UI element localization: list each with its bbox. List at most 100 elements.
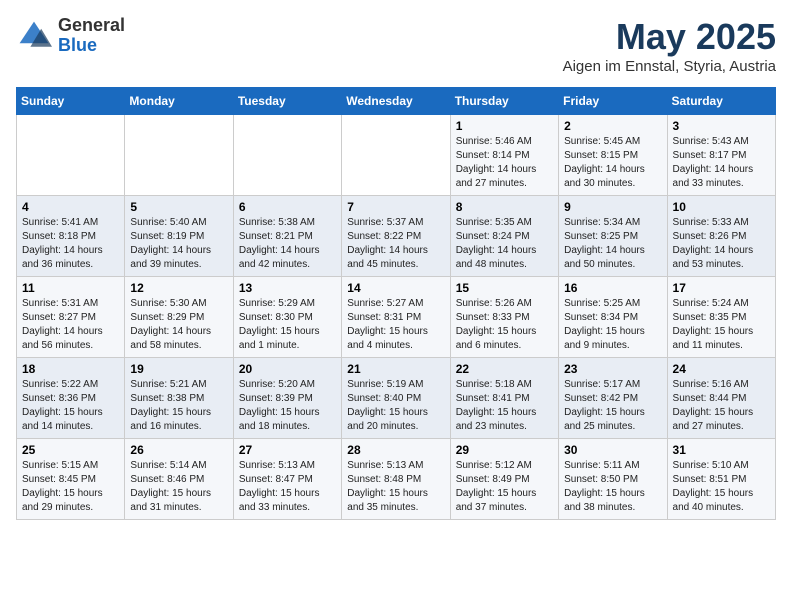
day-content: Sunrise: 5:17 AM Sunset: 8:42 PM Dayligh… (564, 378, 661, 434)
day-number: 12 (130, 281, 227, 295)
day-content: Sunrise: 5:45 AM Sunset: 8:15 PM Dayligh… (564, 135, 661, 191)
day-content: Sunrise: 5:38 AM Sunset: 8:21 PM Dayligh… (239, 216, 336, 272)
day-number: 5 (130, 200, 227, 214)
day-content: Sunrise: 5:46 AM Sunset: 8:14 PM Dayligh… (456, 135, 553, 191)
day-content: Sunrise: 5:31 AM Sunset: 8:27 PM Dayligh… (22, 297, 119, 353)
day-content: Sunrise: 5:13 AM Sunset: 8:48 PM Dayligh… (347, 459, 444, 515)
calendar-cell: 6 Sunrise: 5:38 AM Sunset: 8:21 PM Daylig… (233, 196, 341, 277)
day-content: Sunrise: 5:19 AM Sunset: 8:40 PM Dayligh… (347, 378, 444, 434)
calendar-cell: 1Sunrise: 5:46 AM Sunset: 8:14 PM Daylig… (450, 115, 558, 196)
day-number: 9 (564, 200, 661, 214)
calendar-week-row: 18 Sunrise: 5:22 AM Sunset: 8:36 PM Dayli… (17, 358, 776, 439)
calendar-cell (342, 115, 450, 196)
day-content: Sunrise: 5:41 AM Sunset: 8:18 PM Dayligh… (22, 216, 119, 272)
day-number: 19 (130, 362, 227, 376)
day-content: Sunrise: 5:35 AM Sunset: 8:24 PM Dayligh… (456, 216, 553, 272)
day-content: Sunrise: 5:25 AM Sunset: 8:34 PM Dayligh… (564, 297, 661, 353)
calendar-cell: 23Sunrise: 5:17 AM Sunset: 8:42 PM Dayli… (559, 358, 667, 439)
day-number: 16 (564, 281, 661, 295)
day-number: 2 (564, 119, 661, 133)
calendar-week-row: 4 Sunrise: 5:41 AM Sunset: 8:18 PM Daylig… (17, 196, 776, 277)
calendar-cell: 13Sunrise: 5:29 AM Sunset: 8:30 PM Dayli… (233, 277, 341, 358)
calendar-table: SundayMondayTuesdayWednesdayThursdayFrid… (16, 87, 776, 520)
calendar-week-row: 25Sunrise: 5:15 AM Sunset: 8:45 PM Dayli… (17, 439, 776, 520)
calendar-week-row: 11 Sunrise: 5:31 AM Sunset: 8:27 PM Dayli… (17, 277, 776, 358)
day-content: Sunrise: 5:29 AM Sunset: 8:30 PM Dayligh… (239, 297, 336, 353)
calendar-cell: 28 Sunrise: 5:13 AM Sunset: 8:48 PM Dayli… (342, 439, 450, 520)
day-number: 6 (239, 200, 336, 214)
day-content: Sunrise: 5:13 AM Sunset: 8:47 PM Dayligh… (239, 459, 336, 515)
calendar-cell: 8 Sunrise: 5:35 AM Sunset: 8:24 PM Daylig… (450, 196, 558, 277)
day-content: Sunrise: 5:27 AM Sunset: 8:31 PM Dayligh… (347, 297, 444, 353)
day-content: Sunrise: 5:22 AM Sunset: 8:36 PM Dayligh… (22, 378, 119, 434)
calendar-day-header: Thursday (450, 88, 558, 115)
day-content: Sunrise: 5:33 AM Sunset: 8:26 PM Dayligh… (673, 216, 770, 272)
calendar-cell: 4 Sunrise: 5:41 AM Sunset: 8:18 PM Daylig… (17, 196, 125, 277)
day-content: Sunrise: 5:30 AM Sunset: 8:29 PM Dayligh… (130, 297, 227, 353)
calendar-cell: 9Sunrise: 5:34 AM Sunset: 8:25 PM Daylig… (559, 196, 667, 277)
title-section: May 2025 Aigen im Ennstal, Styria, Austr… (563, 16, 776, 75)
calendar-cell: 19 Sunrise: 5:21 AM Sunset: 8:38 PM Dayli… (125, 358, 233, 439)
day-number: 26 (130, 443, 227, 457)
calendar-cell: 10 Sunrise: 5:33 AM Sunset: 8:26 PM Dayli… (667, 196, 775, 277)
day-content: Sunrise: 5:43 AM Sunset: 8:17 PM Dayligh… (673, 135, 770, 191)
day-number: 3 (673, 119, 770, 133)
calendar-cell: 24Sunrise: 5:16 AM Sunset: 8:44 PM Dayli… (667, 358, 775, 439)
calendar-week-row: 1Sunrise: 5:46 AM Sunset: 8:14 PM Daylig… (17, 115, 776, 196)
calendar-cell: 15Sunrise: 5:26 AM Sunset: 8:33 PM Dayli… (450, 277, 558, 358)
day-number: 4 (22, 200, 119, 214)
calendar-cell: 25Sunrise: 5:15 AM Sunset: 8:45 PM Dayli… (17, 439, 125, 520)
day-content: Sunrise: 5:10 AM Sunset: 8:51 PM Dayligh… (673, 459, 770, 515)
day-content: Sunrise: 5:21 AM Sunset: 8:38 PM Dayligh… (130, 378, 227, 434)
logo-icon (16, 18, 52, 54)
calendar-cell: 17 Sunrise: 5:24 AM Sunset: 8:35 PM Dayli… (667, 277, 775, 358)
day-content: Sunrise: 5:11 AM Sunset: 8:50 PM Dayligh… (564, 459, 661, 515)
calendar-cell: 29Sunrise: 5:12 AM Sunset: 8:49 PM Dayli… (450, 439, 558, 520)
calendar-cell: 7 Sunrise: 5:37 AM Sunset: 8:22 PM Daylig… (342, 196, 450, 277)
calendar-day-header: Wednesday (342, 88, 450, 115)
calendar-cell: 26Sunrise: 5:14 AM Sunset: 8:46 PM Dayli… (125, 439, 233, 520)
calendar-cell (233, 115, 341, 196)
calendar-header-row: SundayMondayTuesdayWednesdayThursdayFrid… (17, 88, 776, 115)
calendar-cell: 3 Sunrise: 5:43 AM Sunset: 8:17 PM Daylig… (667, 115, 775, 196)
calendar-cell: 12 Sunrise: 5:30 AM Sunset: 8:29 PM Dayli… (125, 277, 233, 358)
month-title: May 2025 (563, 16, 776, 58)
calendar-cell: 30 Sunrise: 5:11 AM Sunset: 8:50 PM Dayli… (559, 439, 667, 520)
calendar-cell: 20 Sunrise: 5:20 AM Sunset: 8:39 PM Dayli… (233, 358, 341, 439)
day-number: 17 (673, 281, 770, 295)
day-number: 25 (22, 443, 119, 457)
day-number: 30 (564, 443, 661, 457)
day-number: 29 (456, 443, 553, 457)
calendar-cell: 31Sunrise: 5:10 AM Sunset: 8:51 PM Dayli… (667, 439, 775, 520)
calendar-cell: 14 Sunrise: 5:27 AM Sunset: 8:31 PM Dayli… (342, 277, 450, 358)
day-number: 7 (347, 200, 444, 214)
day-number: 11 (22, 281, 119, 295)
day-number: 28 (347, 443, 444, 457)
page-header: General Blue May 2025 Aigen im Ennstal, … (16, 16, 776, 75)
logo-text: General Blue (58, 16, 125, 56)
calendar-day-header: Saturday (667, 88, 775, 115)
day-content: Sunrise: 5:24 AM Sunset: 8:35 PM Dayligh… (673, 297, 770, 353)
calendar-cell: 11 Sunrise: 5:31 AM Sunset: 8:27 PM Dayli… (17, 277, 125, 358)
calendar-cell (17, 115, 125, 196)
day-number: 18 (22, 362, 119, 376)
day-number: 20 (239, 362, 336, 376)
day-number: 21 (347, 362, 444, 376)
calendar-cell: 2 Sunrise: 5:45 AM Sunset: 8:15 PM Daylig… (559, 115, 667, 196)
day-content: Sunrise: 5:26 AM Sunset: 8:33 PM Dayligh… (456, 297, 553, 353)
day-number: 22 (456, 362, 553, 376)
day-number: 10 (673, 200, 770, 214)
day-number: 24 (673, 362, 770, 376)
logo: General Blue (16, 16, 125, 56)
calendar-day-header: Sunday (17, 88, 125, 115)
calendar-cell: 27 Sunrise: 5:13 AM Sunset: 8:47 PM Dayli… (233, 439, 341, 520)
day-number: 27 (239, 443, 336, 457)
calendar-cell: 21 Sunrise: 5:19 AM Sunset: 8:40 PM Dayli… (342, 358, 450, 439)
day-content: Sunrise: 5:37 AM Sunset: 8:22 PM Dayligh… (347, 216, 444, 272)
day-content: Sunrise: 5:20 AM Sunset: 8:39 PM Dayligh… (239, 378, 336, 434)
calendar-cell: 18 Sunrise: 5:22 AM Sunset: 8:36 PM Dayli… (17, 358, 125, 439)
logo-blue: Blue (58, 36, 125, 56)
day-number: 8 (456, 200, 553, 214)
day-number: 14 (347, 281, 444, 295)
calendar-day-header: Monday (125, 88, 233, 115)
